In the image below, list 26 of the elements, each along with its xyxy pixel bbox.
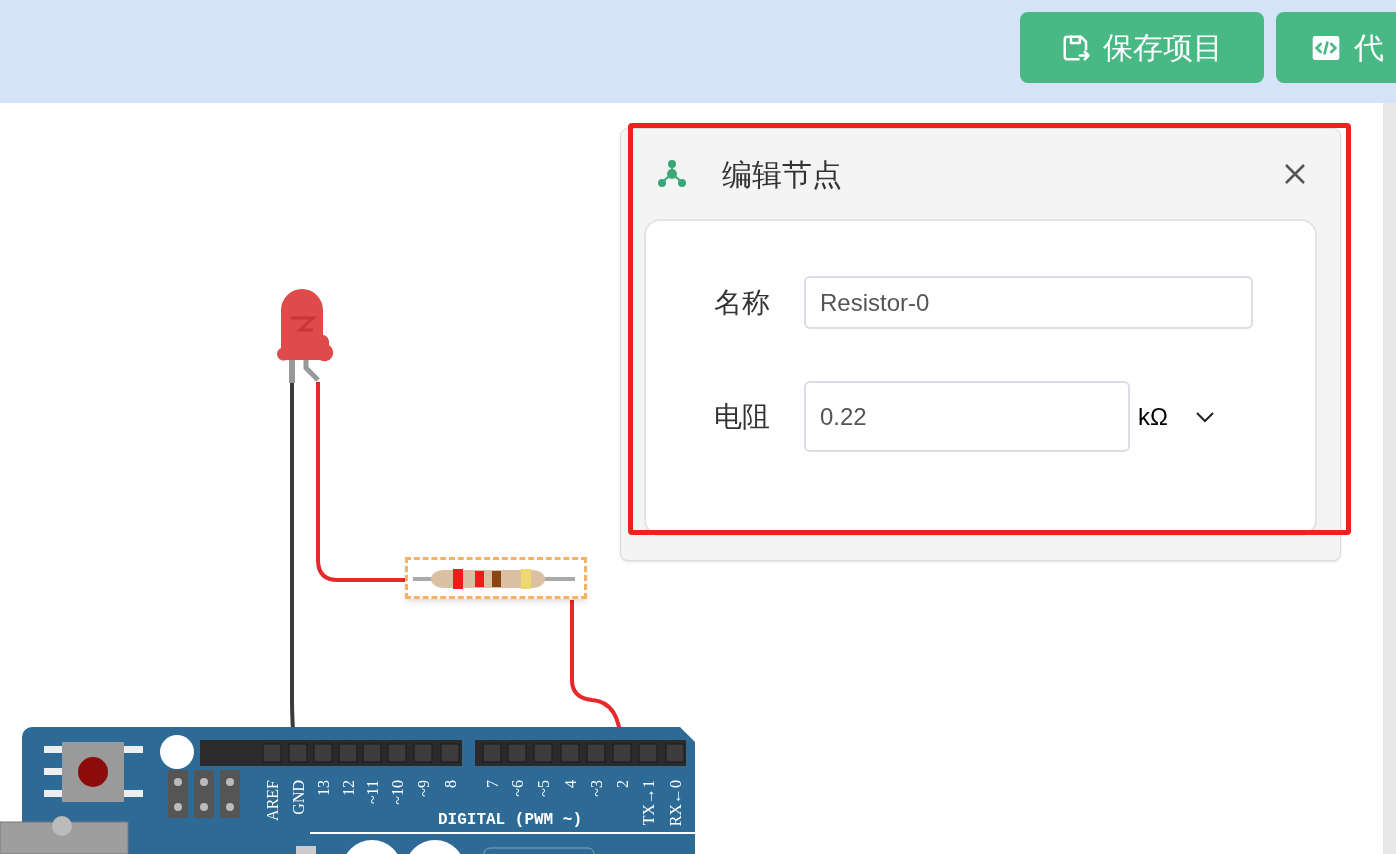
unit-dropdown[interactable]: kΩ (1138, 396, 1216, 437)
field-label: 电阻 (713, 399, 771, 434)
pin-label: 13 (315, 780, 332, 796)
pin-label: 4 (562, 780, 579, 788)
pin-label: ~6 (509, 780, 526, 797)
pin-label: ~11 (364, 780, 381, 805)
close-icon (1284, 163, 1306, 185)
panel-title: 编辑节点 (722, 156, 842, 193)
pin-label: 7 (484, 780, 501, 788)
pin-label: ~5 (535, 780, 552, 797)
pin-label: RX←0 (667, 780, 684, 827)
pin-label: ~3 (588, 780, 605, 797)
resistance-input[interactable]: 0.22 (804, 381, 1130, 452)
pin-label: TX→1 (640, 780, 657, 826)
pin-label: GND (290, 780, 307, 815)
nodes-icon (657, 159, 687, 189)
pin-label: 8 (442, 780, 459, 788)
pin-label: 12 (340, 780, 357, 796)
name-input[interactable]: Resistor-0 (804, 276, 1253, 329)
pin-label: ~9 (415, 780, 432, 797)
pin-label: AREF (264, 780, 281, 821)
chevron-down-icon (1193, 409, 1216, 424)
field-label: 名称 (713, 285, 771, 320)
pin-label: 2 (614, 780, 631, 788)
pin-label: ~10 (389, 780, 406, 805)
digital-pwm-label: DIGITAL (PWM ~) (438, 811, 583, 829)
